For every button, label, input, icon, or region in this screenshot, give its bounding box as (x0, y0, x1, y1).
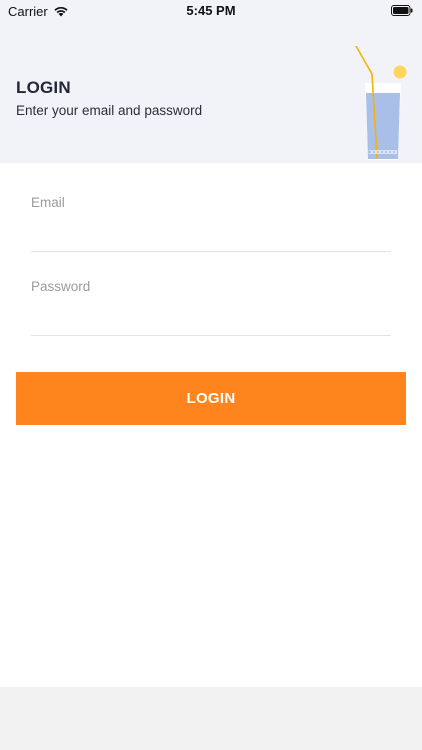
email-field[interactable] (31, 225, 391, 252)
footer-bar (0, 687, 422, 750)
page-subtitle: Enter your email and password (16, 103, 203, 118)
password-field[interactable] (31, 309, 391, 336)
battery-icon (391, 5, 413, 16)
email-label: Email (31, 195, 65, 210)
status-bar: Carrier 5:45 PM (0, 0, 422, 22)
password-label: Password (31, 279, 91, 294)
status-time: 5:45 PM (186, 3, 236, 18)
drink-glass-icon (352, 46, 410, 166)
login-button[interactable]: LOGIN (16, 372, 406, 425)
page-title: LOGIN (16, 78, 71, 97)
